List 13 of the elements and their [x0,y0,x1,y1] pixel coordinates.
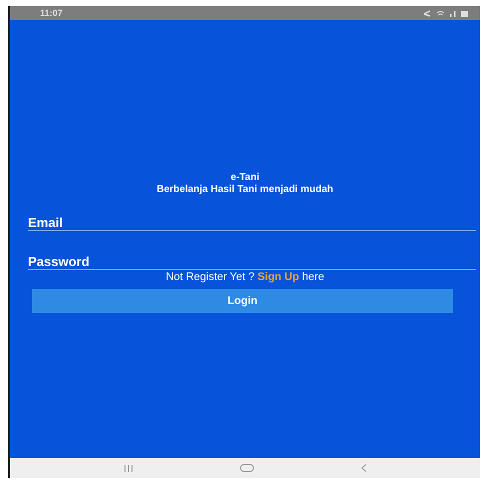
recent-apps-icon[interactable] [124,464,132,472]
battery-icon [461,10,468,16]
input-field[interactable]: Password [28,255,476,270]
signup-prompt: Not Register Yet ? Sign Up here [166,271,324,283]
login-button[interactable]: Login [32,289,453,313]
clock-time: 11:07 [40,8,63,18]
tagline: Berbelanja Hasil Tani menjadi mudah [156,184,334,196]
back-icon[interactable] [360,464,366,472]
input-field[interactable]: Email [28,216,476,231]
app-name: e-Tani [230,172,260,184]
home-icon[interactable] [240,464,254,472]
signal-icon [449,10,457,16]
wifi-icon [436,10,445,16]
